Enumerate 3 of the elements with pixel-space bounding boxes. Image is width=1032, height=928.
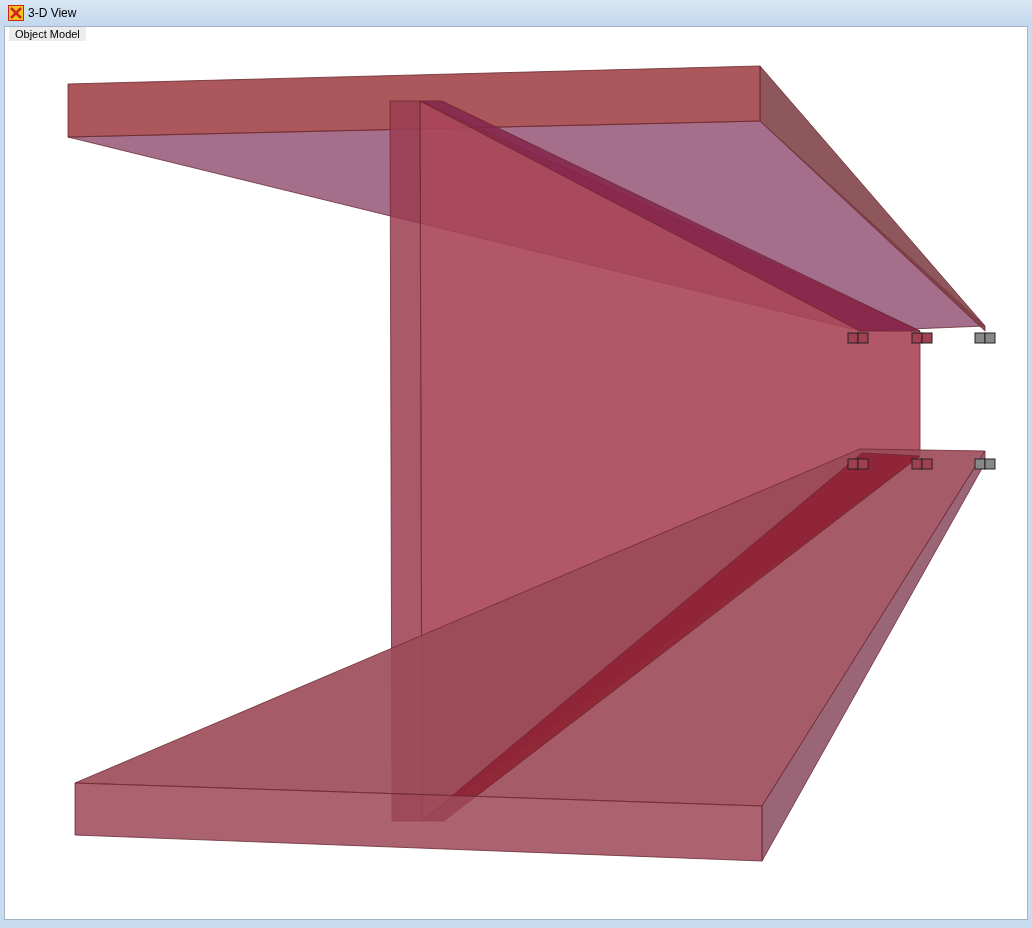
window-title: 3-D View (28, 5, 77, 22)
app-icon (8, 5, 24, 21)
tab[interactable]: Object Model (9, 27, 86, 41)
